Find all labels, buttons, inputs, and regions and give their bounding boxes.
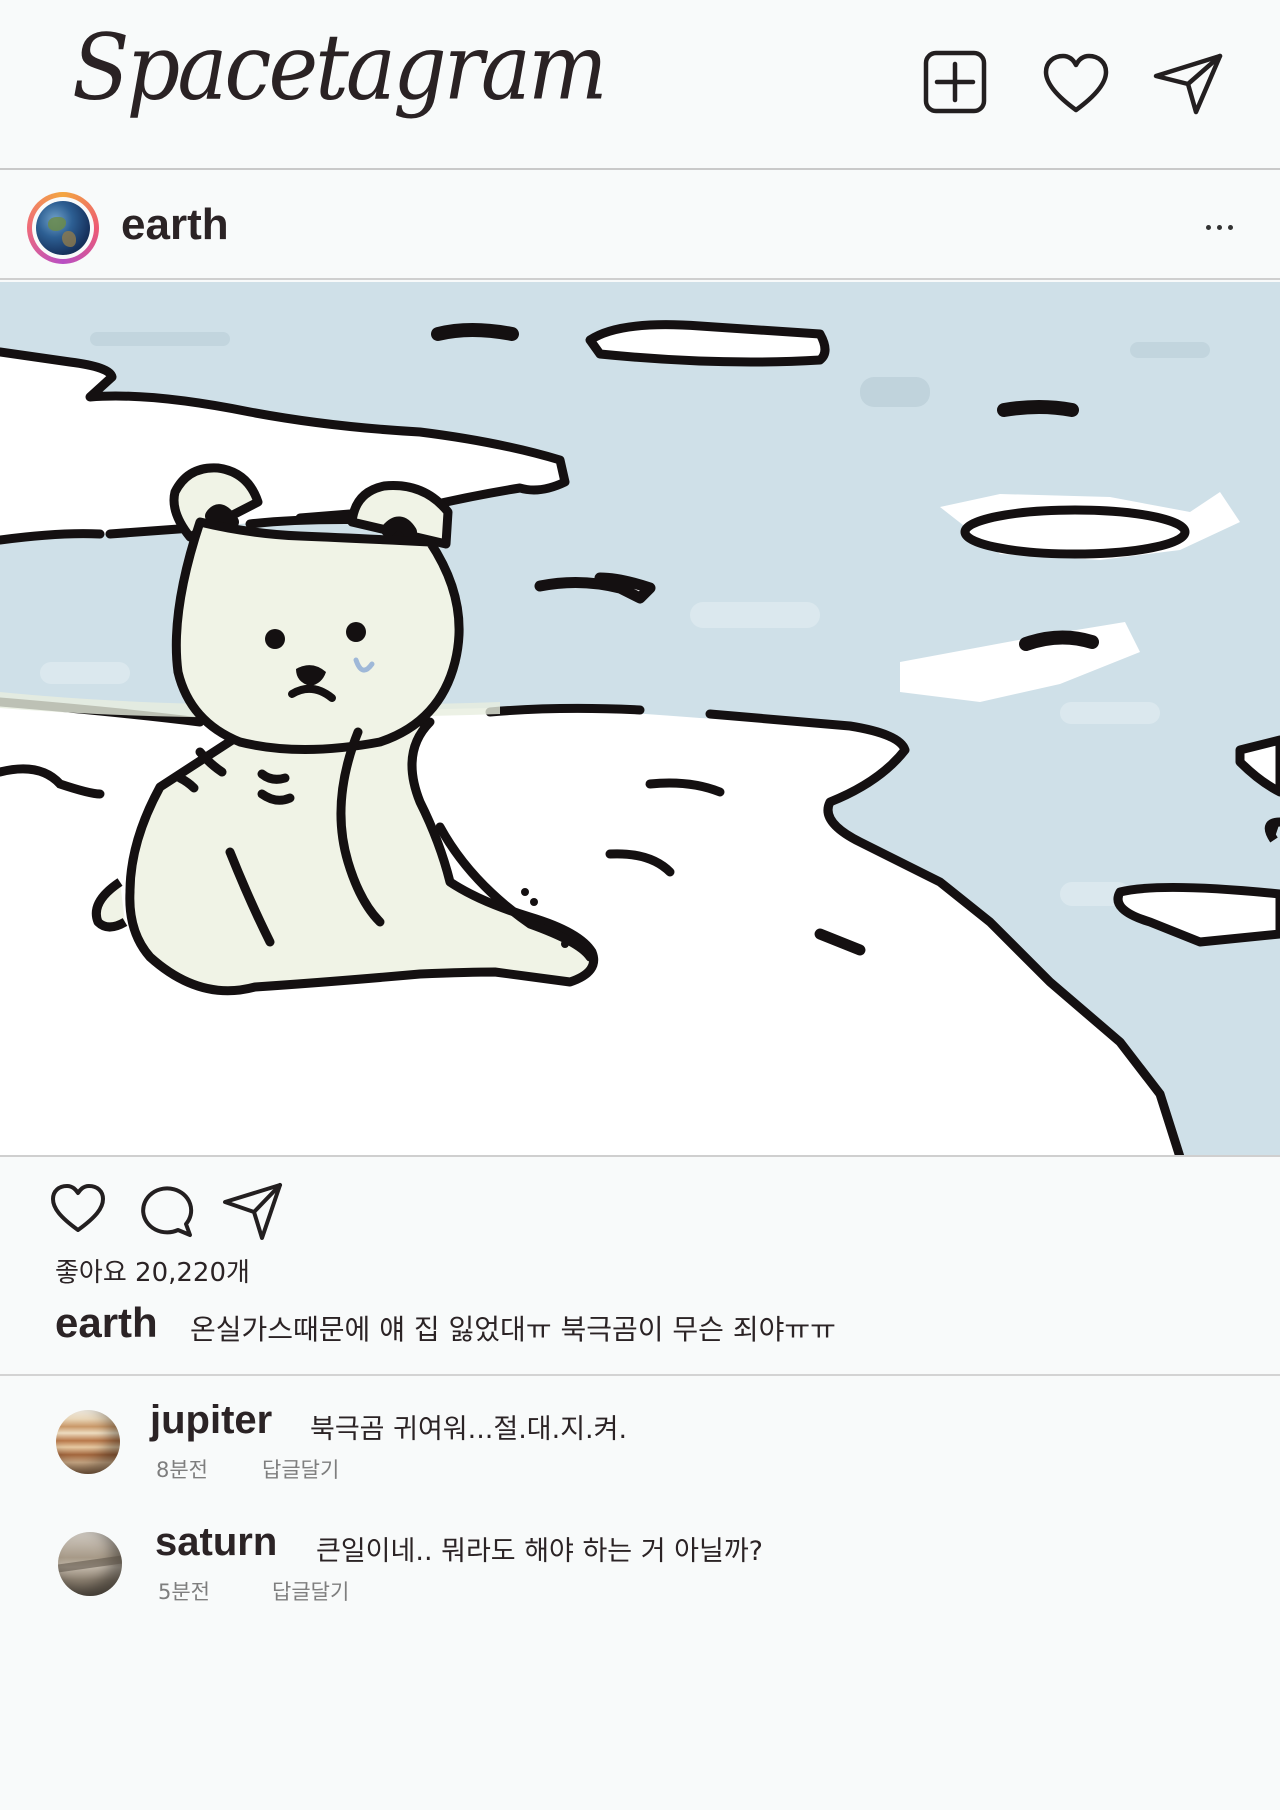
post-header: earth xyxy=(0,170,1280,280)
heart-icon[interactable] xyxy=(1042,52,1110,116)
like-heart-icon[interactable] xyxy=(50,1183,106,1235)
plus-square-icon[interactable] xyxy=(922,49,988,115)
comment-text: 북극곰 귀여워...절.대.지.켜. xyxy=(310,1414,628,1445)
comment-username[interactable]: jupiter xyxy=(150,1398,272,1443)
comment-time: 5분전 xyxy=(158,1580,211,1604)
earth-avatar-image xyxy=(36,201,90,255)
paper-plane-icon[interactable] xyxy=(1152,52,1224,116)
reply-button[interactable]: 답글달기 xyxy=(272,1576,349,1606)
post-image[interactable] xyxy=(0,282,1280,1157)
jupiter-avatar[interactable] xyxy=(56,1410,120,1474)
comment-text: 큰일이네.. 뭐라도 해야 하는 거 아닐까? xyxy=(316,1536,764,1567)
avatar[interactable] xyxy=(27,192,99,264)
post-username[interactable]: earth xyxy=(121,200,229,250)
like-count[interactable]: 좋아요 20,220개 xyxy=(55,1252,250,1289)
caption-username[interactable]: earth xyxy=(55,1299,158,1347)
app-logo[interactable]: Spacetagram xyxy=(72,22,608,113)
comment-time: 8분전 xyxy=(156,1458,209,1482)
comment-icon[interactable] xyxy=(136,1182,194,1238)
divider xyxy=(0,1374,1280,1376)
saturn-avatar[interactable] xyxy=(58,1532,122,1596)
paper-plane-icon[interactable] xyxy=(222,1182,284,1242)
comment-username[interactable]: saturn xyxy=(155,1520,277,1565)
more-options-icon[interactable] xyxy=(1200,212,1240,242)
reply-button[interactable]: 답글달기 xyxy=(262,1454,339,1484)
app-header: Spacetagram xyxy=(0,0,1280,170)
caption-text: 온실가스때문에 얘 집 잃었대ㅠ 북극곰이 무슨 죄야ㅠㅠ xyxy=(190,1313,836,1346)
